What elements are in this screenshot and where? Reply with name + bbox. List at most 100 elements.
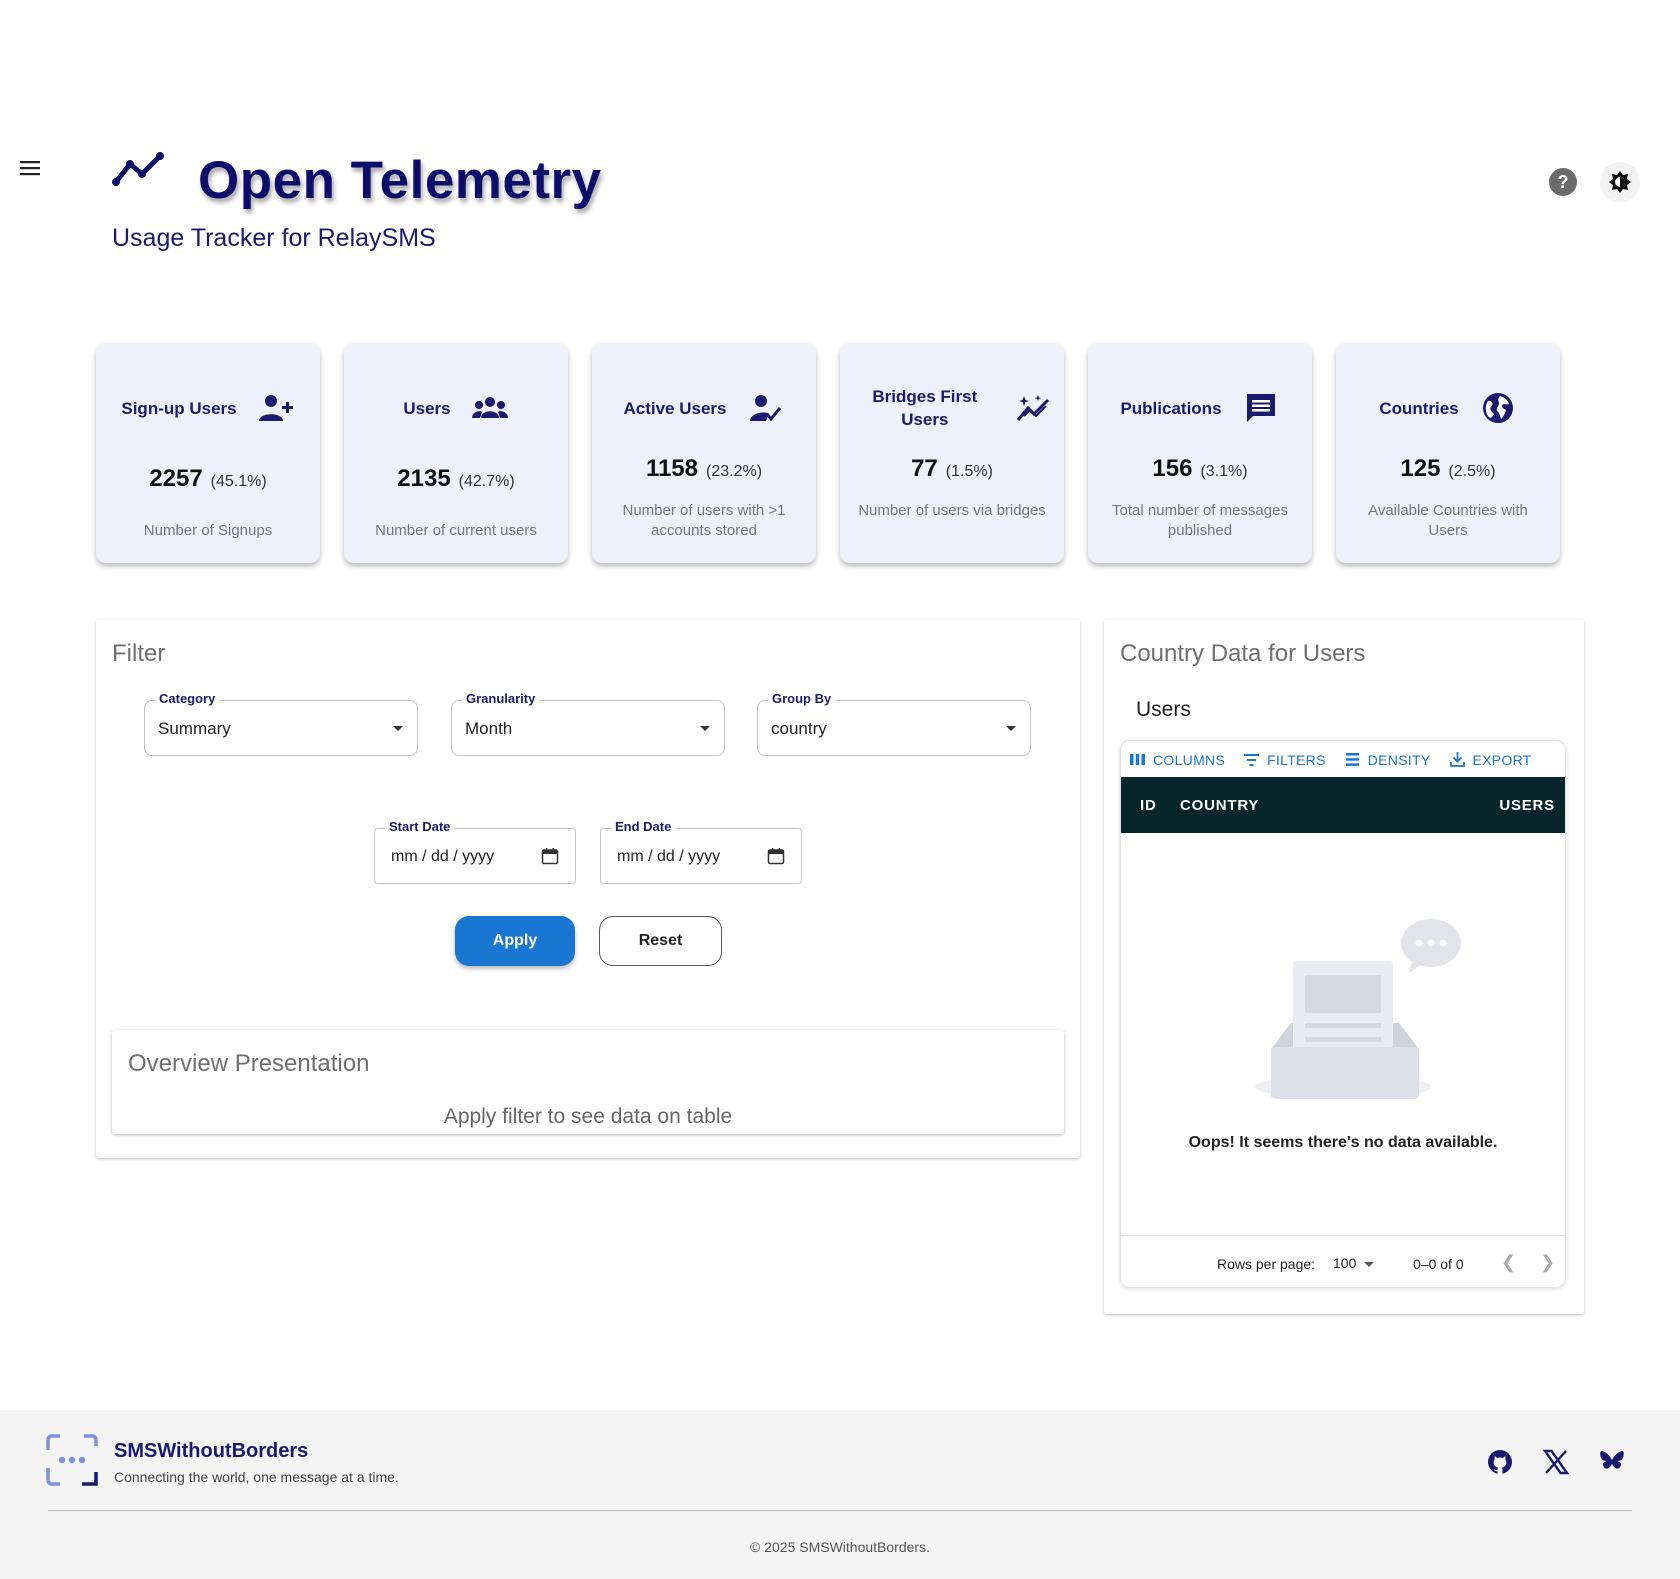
github-icon[interactable] bbox=[1486, 1448, 1514, 1476]
category-label: Category bbox=[155, 691, 220, 706]
columns-button[interactable]: COLUMNS bbox=[1129, 751, 1225, 768]
footer-brand: SMSWithoutBorders bbox=[114, 1440, 309, 1462]
card-title: Countries bbox=[1379, 398, 1459, 418]
empty-inbox-icon bbox=[1255, 919, 1461, 1099]
stat-card-publications: Publications 156 (3.1%) Total number of … bbox=[1088, 343, 1312, 563]
card-description: Number of current users bbox=[375, 522, 537, 539]
group-by-value: country bbox=[771, 719, 827, 738]
stat-card-signup-users: Sign-up Users 2257 (45.1%) Number of Sig… bbox=[96, 343, 320, 563]
footer-tagline: Connecting the world, one message at a t… bbox=[114, 1469, 399, 1485]
footer-divider bbox=[48, 1510, 1632, 1511]
reset-button[interactable]: Reset bbox=[599, 916, 722, 966]
card-title: Bridges First Users bbox=[872, 387, 978, 429]
page: Open Telemetry Usage Tracker for RelaySM… bbox=[0, 0, 1680, 1579]
chevron-down-icon[interactable] bbox=[1364, 1262, 1374, 1267]
stat-card-active-users: Active Users 1158 (23.2%) Number of user… bbox=[592, 343, 816, 563]
overview-panel: Overview Presentation Apply filter to se… bbox=[112, 1030, 1064, 1134]
card-percent: (23.2%) bbox=[706, 463, 763, 480]
overview-title: Overview Presentation bbox=[128, 1050, 370, 1077]
groups-icon bbox=[471, 391, 509, 425]
card-value: 1158 bbox=[645, 455, 699, 482]
app-title: Open Telemetry bbox=[198, 151, 602, 210]
bluesky-icon[interactable] bbox=[1598, 1448, 1626, 1476]
start-date-value: mm / dd / yyyy bbox=[391, 848, 495, 865]
density-button[interactable]: DENSITY bbox=[1344, 751, 1431, 768]
category-value: Summary bbox=[158, 719, 231, 738]
card-percent: (3.1%) bbox=[1200, 463, 1248, 480]
site-footer: SMSWithoutBorders Connecting the world, … bbox=[0, 1410, 1680, 1579]
person-add-icon bbox=[257, 391, 295, 425]
message-icon bbox=[1242, 391, 1280, 425]
download-icon bbox=[1449, 752, 1465, 767]
filters-button[interactable]: FILTERS bbox=[1243, 751, 1326, 768]
granularity-value: Month bbox=[465, 719, 513, 738]
density-icon bbox=[1345, 753, 1359, 766]
app-subtitle: Usage Tracker for RelaySMS bbox=[112, 224, 436, 252]
menu-icon[interactable] bbox=[18, 156, 42, 180]
group-by-label: Group By bbox=[768, 691, 836, 706]
card-percent: (2.5%) bbox=[1448, 463, 1496, 480]
brightness-icon[interactable] bbox=[1600, 162, 1640, 202]
x-icon[interactable] bbox=[1542, 1448, 1570, 1476]
chevron-left-icon[interactable]: ❮ bbox=[1501, 1252, 1516, 1273]
help-icon[interactable]: ? bbox=[1549, 168, 1577, 196]
column-header-users[interactable]: USERS bbox=[1499, 797, 1555, 814]
filter-icon bbox=[1244, 754, 1260, 766]
chevron-down-icon bbox=[700, 726, 710, 731]
grid-toolbar: COLUMNS FILTERS DENSITY EXPORT bbox=[1129, 751, 1532, 768]
chevron-down-icon bbox=[393, 726, 403, 731]
stat-card-users: Users 2135 (42.7%) Number of current use… bbox=[344, 343, 568, 563]
card-value: 156 bbox=[1152, 455, 1193, 482]
grid-header: ID COUNTRY USERS bbox=[1121, 777, 1565, 833]
card-title: Sign-up Users bbox=[121, 398, 237, 418]
end-date-value: mm / dd / yyyy bbox=[617, 848, 721, 865]
stat-card-countries: Countries 125 (2.5%) Available Countries… bbox=[1336, 343, 1560, 563]
column-header-country[interactable]: COUNTRY bbox=[1180, 797, 1259, 814]
start-date-input[interactable]: Start Date mm / dd / yyyy bbox=[374, 819, 576, 884]
columns-label: COLUMNS bbox=[1153, 751, 1226, 768]
card-title: Active Users bbox=[623, 398, 727, 418]
card-description: Number of users with >1 accounts stored bbox=[622, 502, 786, 539]
card-description: Number of users via bridges bbox=[858, 502, 1046, 519]
end-date-input[interactable]: End Date mm / dd / yyyy bbox=[600, 819, 802, 884]
country-panel: Country Data for Users Users COLUMNS FIL… bbox=[1104, 620, 1584, 1314]
card-title: Users bbox=[403, 398, 451, 418]
calendar-icon[interactable] bbox=[541, 847, 559, 865]
brand-logo-icon bbox=[46, 1434, 98, 1486]
card-description: Number of Signups bbox=[143, 522, 273, 539]
export-label: EXPORT bbox=[1472, 751, 1532, 768]
rows-per-page-label: Rows per page: bbox=[1217, 1256, 1316, 1272]
granularity-select[interactable]: Granularity Month bbox=[451, 691, 725, 756]
person-check-icon bbox=[747, 391, 785, 425]
auto-graph-icon bbox=[1016, 391, 1050, 425]
card-value: 2135 bbox=[397, 465, 451, 492]
pagination-range: 0–0 of 0 bbox=[1413, 1256, 1464, 1272]
card-percent: (45.1%) bbox=[210, 473, 267, 490]
end-date-label: End Date bbox=[611, 819, 676, 834]
empty-message: Oops! It seems there's no data available… bbox=[1188, 1134, 1498, 1151]
card-value: 125 bbox=[1400, 455, 1441, 482]
card-percent: (42.7%) bbox=[458, 473, 515, 490]
group-by-select[interactable]: Group By country bbox=[757, 691, 1031, 756]
country-subtitle: Users bbox=[1136, 698, 1191, 721]
overview-message: Apply filter to see data on table bbox=[443, 1105, 733, 1128]
start-date-label: Start Date bbox=[385, 819, 455, 834]
export-button[interactable]: EXPORT bbox=[1449, 751, 1532, 768]
apply-button[interactable]: Apply bbox=[455, 916, 575, 966]
card-description: Available Countries with Users bbox=[1368, 502, 1528, 539]
calendar-icon[interactable] bbox=[767, 847, 785, 865]
card-value: 77 bbox=[911, 455, 938, 482]
card-description: Total number of messages published bbox=[1112, 502, 1288, 539]
granularity-label: Granularity bbox=[462, 691, 540, 706]
country-data-grid: COLUMNS FILTERS DENSITY EXPORT ID COUNTR… bbox=[1120, 740, 1566, 1288]
stat-card-bridges-first-users: Bridges First Users 77 (1.5%) Number of … bbox=[840, 343, 1064, 563]
chevron-down-icon bbox=[1006, 726, 1016, 731]
chevron-right-icon[interactable]: ❯ bbox=[1540, 1252, 1555, 1273]
globe-icon bbox=[1479, 391, 1517, 425]
trending-line-icon bbox=[112, 150, 168, 190]
rows-per-page-select[interactable]: 100 bbox=[1333, 1255, 1356, 1271]
column-header-id[interactable]: ID bbox=[1140, 797, 1157, 814]
columns-icon bbox=[1130, 754, 1145, 765]
category-select[interactable]: Category Summary bbox=[144, 691, 418, 756]
card-percent: (1.5%) bbox=[945, 463, 993, 480]
